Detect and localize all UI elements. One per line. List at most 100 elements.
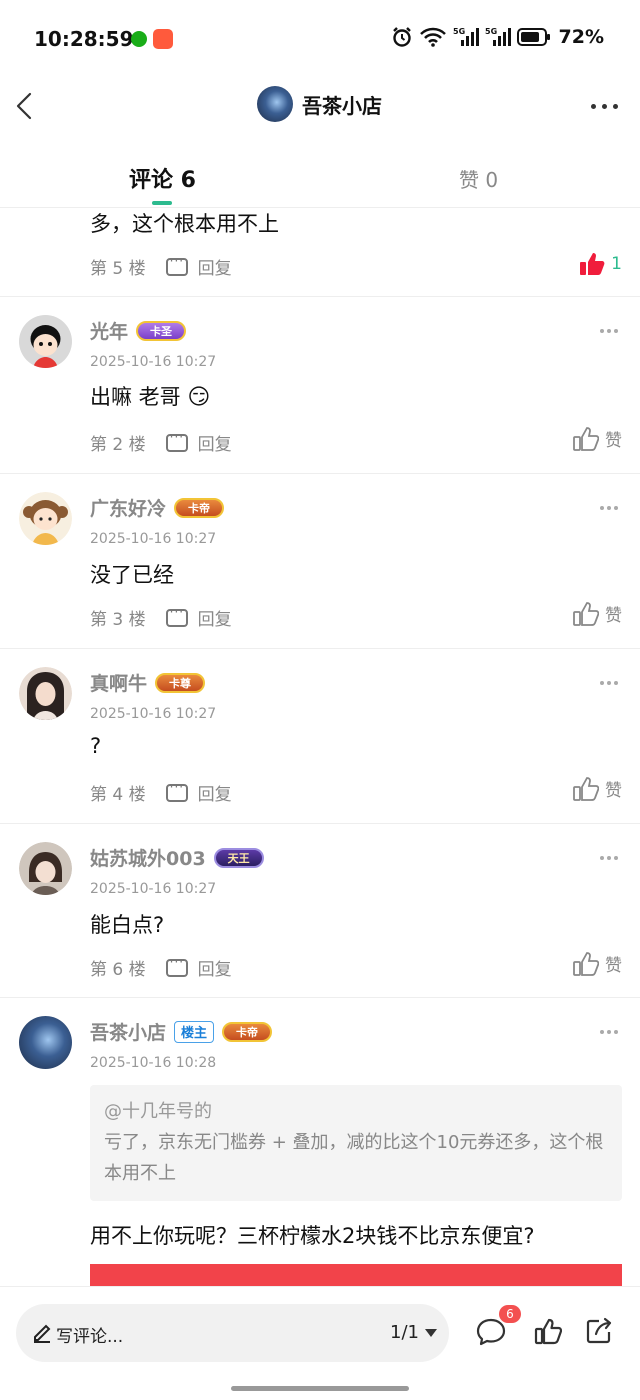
like-button[interactable]: 赞	[573, 601, 622, 626]
comment-item: 真啊牛 卡尊 2025-10-16 10:27 ? 第 4 楼 回复 赞	[0, 649, 640, 824]
comment-footer: 第 5 楼 回复	[90, 254, 232, 280]
comment-date: 2025-10-16 10:27	[90, 881, 217, 897]
page-selector[interactable]: 1/1	[390, 1322, 437, 1343]
signal-5g-icon-2: 5G	[485, 27, 511, 46]
comment-date: 2025-10-16 10:27	[90, 531, 217, 547]
comment-text-content: 出嘛 老哥	[90, 385, 181, 409]
like-button[interactable]: 1	[579, 252, 622, 276]
avatar[interactable]	[19, 1016, 72, 1069]
battery-icon	[516, 28, 550, 46]
comment-author-row: 真啊牛 卡尊	[90, 669, 206, 696]
avatar[interactable]	[19, 315, 72, 368]
author-name[interactable]: 真啊牛	[90, 669, 147, 696]
comment-item: 光年 卡圣 2025-10-16 10:27 出嘛 老哥 😏 第 2 楼 回复 …	[0, 297, 640, 474]
like-button[interactable]: 赞	[573, 426, 622, 451]
author-name[interactable]: 广东好冷	[90, 494, 166, 521]
like-button[interactable]: 赞	[573, 776, 622, 801]
comment-date: 2025-10-16 10:27	[90, 706, 217, 722]
comment-item: 广东好冷 卡帝 2025-10-16 10:27 没了已经 第 3 楼 回复 赞	[0, 474, 640, 649]
reply-icon[interactable]	[165, 605, 188, 627]
avatar[interactable]	[19, 842, 72, 895]
share-icon[interactable]	[585, 1317, 613, 1345]
tab-likes[interactable]: 赞 0	[459, 164, 498, 193]
author-name[interactable]: 姑苏城外003	[90, 844, 206, 871]
level-badge: 卡尊	[155, 672, 206, 693]
comment-item: 姑苏城外003 天王 2025-10-16 10:27 能白点? 第 6 楼 回…	[0, 824, 640, 998]
level-badge: 卡帝	[222, 1021, 273, 1042]
reply-button[interactable]: 回复	[198, 430, 232, 455]
comment-text: 用不上你玩呢？三杯柠檬水2块钱不比京东便宜?	[90, 1224, 535, 1248]
reply-icon[interactable]	[165, 955, 188, 977]
author-name[interactable]: 吾茶小店	[90, 1018, 166, 1045]
comment-more-icon[interactable]	[600, 681, 618, 685]
reply-icon[interactable]	[165, 780, 188, 802]
status-time: 10:28:59	[34, 27, 134, 51]
tab-bar: 评论 6 赞 0	[0, 150, 640, 208]
wifi-icon	[419, 27, 446, 47]
comment-author-row: 吾茶小店 楼主 卡帝	[90, 1018, 273, 1045]
comment-more-icon[interactable]	[600, 506, 618, 510]
reply-icon[interactable]	[165, 254, 188, 276]
floor-number: 第 4 楼	[90, 785, 146, 805]
thumbs-up-icon	[573, 776, 599, 801]
like-label: 赞	[605, 431, 622, 451]
page-indicator: 1/1	[390, 1322, 419, 1343]
page-title: 吾茶小店	[302, 93, 382, 118]
reply-button[interactable]: 回复	[198, 955, 232, 980]
quoted-user: @十几年号的	[104, 1101, 212, 1122]
svg-text:5G: 5G	[453, 27, 465, 36]
thumbs-up-filled-icon	[580, 253, 605, 275]
floor-number: 第 2 楼	[90, 435, 146, 455]
top-nav: 吾茶小店	[0, 80, 640, 134]
pencil-icon	[34, 1324, 51, 1343]
comment-footer: 第 6 楼 回复	[90, 955, 232, 981]
quoted-comment[interactable]: @十几年号的 亏了，京东无门槛券 + 叠加，减的比这个10元券还多，这个根本用不…	[90, 1085, 622, 1201]
comment-more-icon[interactable]	[600, 329, 618, 333]
thumbs-up-icon[interactable]	[534, 1317, 562, 1345]
back-button[interactable]	[12, 88, 40, 124]
like-count: 1	[611, 254, 622, 274]
tab-comments[interactable]: 评论 6	[129, 162, 196, 194]
level-badge: 卡帝	[174, 497, 225, 518]
comment-item: 吾茶小店 楼主 卡帝 2025-10-16 10:28 @十几年号的 亏了，京东…	[0, 998, 640, 1286]
bottom-bar: 写评论... 1/1 6	[0, 1286, 640, 1400]
image-preview[interactable]	[90, 1264, 622, 1286]
op-tag: 楼主	[174, 1020, 215, 1043]
avatar[interactable]	[19, 667, 72, 720]
status-bar: 10:28:59 5G 5G 72%	[0, 0, 640, 80]
shop-title[interactable]: 吾茶小店	[257, 86, 382, 122]
svg-text:5G: 5G	[485, 27, 497, 36]
avatar[interactable]	[19, 492, 72, 545]
comment-text: 多，这个根本用不上	[90, 212, 279, 236]
reply-button[interactable]: 回复	[198, 605, 232, 630]
floor-number: 第 6 楼	[90, 960, 146, 980]
home-indicator[interactable]	[231, 1386, 409, 1391]
like-label: 赞	[605, 956, 622, 976]
reply-button[interactable]: 回复	[198, 254, 232, 279]
floor-number: 第 5 楼	[90, 259, 146, 279]
chevron-left-icon	[16, 92, 32, 120]
comment-input-placeholder: 写评论...	[56, 1327, 124, 1347]
app-notification-icon	[153, 29, 173, 49]
comment-author-row: 姑苏城外003 天王	[90, 844, 264, 871]
thumbs-up-icon	[573, 601, 599, 626]
alarm-icon	[392, 27, 411, 47]
comment-input[interactable]: 写评论... 1/1	[16, 1304, 449, 1362]
comment-footer: 第 3 楼 回复	[90, 605, 232, 631]
level-badge: 天王	[213, 847, 264, 868]
reply-button[interactable]: 回复	[198, 780, 232, 805]
comment-text: 没了已经	[90, 563, 174, 587]
status-icons: 5G 5G 72%	[391, 26, 604, 48]
comment-list[interactable]: 多，这个根本用不上 第 5 楼 回复 1 光年 卡圣 2025-10-16 10…	[0, 208, 640, 1286]
shop-avatar	[257, 86, 293, 122]
reply-icon[interactable]	[165, 430, 188, 452]
like-label: 赞	[605, 781, 622, 801]
like-button[interactable]: 赞	[573, 951, 622, 976]
comment-author-row: 光年 卡圣	[90, 317, 187, 344]
comment-more-icon[interactable]	[600, 856, 618, 860]
author-name[interactable]: 光年	[90, 317, 128, 344]
comment-author-row: 广东好冷 卡帝	[90, 494, 225, 521]
more-options-icon[interactable]	[591, 104, 618, 109]
quoted-text: 亏了，京东无门槛券 + 叠加，减的比这个10元券还多，这个根本用不上	[104, 1132, 604, 1184]
comment-more-icon[interactable]	[600, 1030, 618, 1034]
